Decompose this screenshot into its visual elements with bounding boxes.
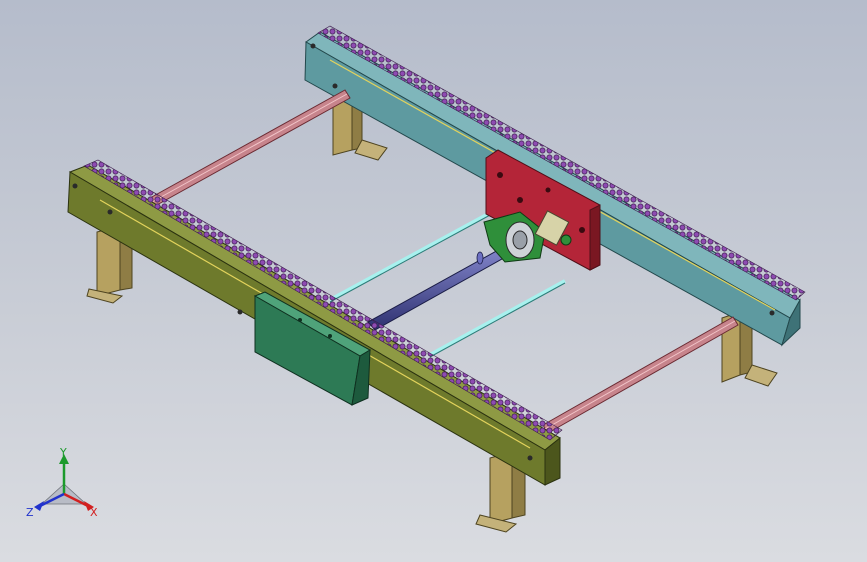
cross-rod-upper[interactable] <box>329 210 493 303</box>
cad-viewport[interactable]: Y X Z <box>0 0 867 562</box>
right-tie-rod[interactable] <box>542 316 739 434</box>
z-axis-label: Z <box>26 506 34 519</box>
x-axis-label: X <box>90 506 98 519</box>
back-chain <box>317 25 806 301</box>
orientation-triad[interactable]: Y X Z <box>24 446 104 526</box>
y-axis-label: Y <box>59 446 67 459</box>
cross-rod-lower[interactable] <box>429 279 566 358</box>
left-tie-rod[interactable] <box>149 89 351 207</box>
conveyor-model[interactable] <box>0 0 867 562</box>
